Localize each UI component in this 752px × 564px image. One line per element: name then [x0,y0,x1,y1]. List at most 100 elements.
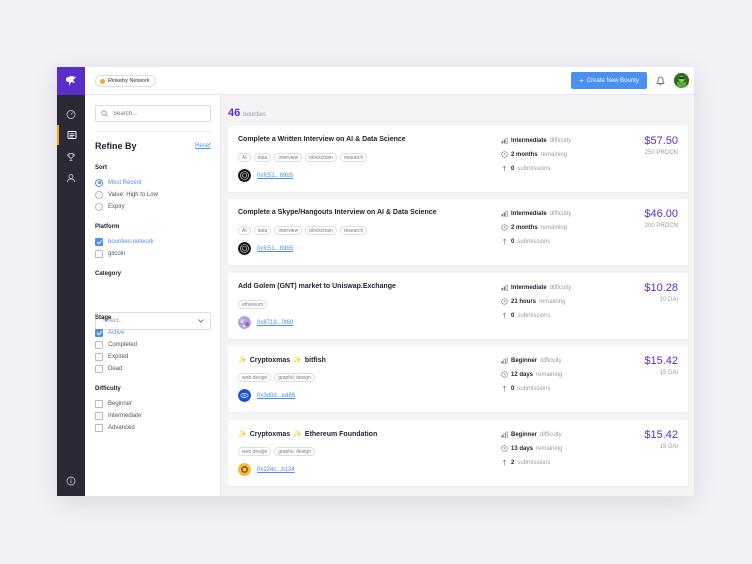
time-suffix: remaining [540,151,568,158]
time-value: 21 hours [511,298,537,305]
checkbox[interactable] [95,411,103,420]
bounty-token-amount: 250 PROCN [644,150,678,156]
difficulty-option-advanced[interactable]: Advanced [95,423,135,432]
tag[interactable]: web design [238,447,272,456]
clock-icon [501,298,508,305]
divider [95,131,211,132]
owner-address-link[interactable]: 0xfc51...89b5 [257,173,293,179]
tag[interactable]: blockchain [305,153,337,162]
stage-option-expired[interactable]: Expired [95,352,128,361]
bounty-card[interactable]: ✨ Cryptoxmas ✨ bitfish web design graphi… [228,346,688,412]
stage-option-completed[interactable]: Completed [95,340,137,349]
tag[interactable]: AI [238,226,251,235]
checkbox[interactable] [95,364,103,373]
bounty-title[interactable]: Complete a Written Interview on AI & Dat… [238,136,406,143]
info-icon[interactable] [57,471,85,491]
platform-label: Platform [95,224,120,230]
bounty-card[interactable]: Complete a Skype/Hangouts Interview on A… [228,199,688,265]
difficulty-label: Difficulty [95,386,121,392]
profile-icon[interactable] [57,168,85,188]
checkbox[interactable] [95,237,103,246]
tag[interactable]: graphic design [274,373,315,382]
tag[interactable]: interview [274,153,303,162]
checkbox[interactable] [95,399,103,408]
difficulty-gauge-icon [501,284,508,291]
bounties-logo[interactable] [57,67,85,95]
bounty-time-remaining: 2 months remaining [501,223,567,232]
category-label: Category [95,271,122,277]
bounty-title[interactable]: ✨ Cryptoxmas ✨ bitfish [238,356,326,365]
bounty-card[interactable]: Complete a Written Interview on AI & Dat… [228,126,688,192]
radio-button[interactable] [95,190,103,199]
bounty-title-part: Cryptoxmas [249,430,291,438]
search-input[interactable] [113,110,203,117]
checkbox[interactable] [95,249,103,258]
tag[interactable]: graphic design [274,447,315,456]
checkbox[interactable] [95,340,103,349]
bounty-price: $57.50 [644,135,678,147]
owner-address-link[interactable]: 0xfc51...89b5 [257,246,293,252]
bounty-submissions: 0 submissions [501,164,550,173]
bounty-card[interactable]: Add Golem (GNT) market to Uniswap.Exchan… [228,273,688,339]
platform-option-gitcoin[interactable]: gitcoin [95,249,125,258]
clock-icon [501,445,508,452]
bounty-title[interactable]: ✨ Cryptoxmas ✨ Ethereum Foundation [238,430,378,439]
checkbox[interactable] [95,423,103,432]
submissions-suffix: submissions [517,385,551,392]
sort-option-most-recent[interactable]: Most Recent [95,178,142,187]
bounty-title[interactable]: Complete a Skype/Hangouts Interview on A… [238,209,437,216]
tag[interactable]: research [339,153,368,162]
dashboard-icon[interactable] [57,104,85,124]
difficulty-suffix: difficulty [549,137,572,144]
stage-option-active[interactable]: Active [95,328,124,337]
owner-address-link[interactable]: 0x224c...b134 [257,467,295,473]
bounty-time-remaining: 21 hours remaining [501,297,565,306]
difficulty-option-intermediate[interactable]: Intermediate [95,411,141,420]
bounty-title[interactable]: Add Golem (GNT) market to Uniswap.Exchan… [238,283,396,290]
difficulty-option-label: Beginner [108,400,133,407]
bounty-time-remaining: 2 months remaining [501,150,567,159]
tag[interactable]: research [339,226,368,235]
bounty-title-part: Ethereum Foundation [304,430,378,438]
create-bounty-button[interactable]: + Create New Bounty [571,72,647,89]
difficulty-suffix: difficulty [549,210,572,217]
radio-button[interactable] [95,178,103,187]
sparkle-icon: ✨ [238,357,247,364]
search-box[interactable] [95,105,211,122]
bounty-title-text: Add Golem (GNT) market to Uniswap.Exchan… [238,283,396,290]
tag[interactable]: ethereum [238,300,268,309]
tag[interactable]: web design [238,373,272,382]
bounty-tags: AI data interview blockchain research [238,153,368,162]
owner-address-link[interactable]: 0x3d0d...ed86 [257,393,295,399]
platform-option-bounties-network[interactable]: bounties-network [95,237,154,246]
radio-button[interactable] [95,202,103,211]
notifications-bell-icon[interactable] [655,75,665,87]
tag[interactable]: interview [274,226,303,235]
sort-option-value[interactable]: Value: High to Low [95,190,158,199]
difficulty-option-label: Advanced [108,424,135,431]
bounty-owner: 0xfc51...89b5 [238,169,293,182]
bounty-owner: 0xfc51...89b5 [238,242,293,255]
network-badge[interactable]: Rinkeby Network [95,75,156,87]
tag[interactable]: data [253,153,272,162]
time-value: 12 days [511,371,534,378]
bounty-card[interactable]: ✨ Cryptoxmas ✨ Ethereum Foundation web d… [228,420,688,486]
user-avatar[interactable] [674,73,689,88]
checkbox[interactable] [95,352,103,361]
explorer-icon[interactable] [57,125,85,145]
tag[interactable]: data [253,226,272,235]
checkbox[interactable] [95,328,103,337]
difficulty-value: Beginner [511,357,538,364]
difficulty-suffix: difficulty [549,284,572,291]
tag[interactable]: AI [238,153,251,162]
tag[interactable]: blockchain [305,226,337,235]
bounties-logo-icon [66,76,76,86]
leaderboard-trophy-icon[interactable] [57,147,85,167]
stage-option-dead[interactable]: Dead [95,364,122,373]
owner-address-link[interactable]: 0x8719...0f69 [257,320,293,326]
sparkle-icon: ✨ [238,431,247,438]
sort-option-expiry[interactable]: Expiry [95,202,125,211]
reset-link[interactable]: Reset [195,143,211,149]
difficulty-value: Beginner [511,431,538,438]
difficulty-option-beginner[interactable]: Beginner [95,399,132,408]
